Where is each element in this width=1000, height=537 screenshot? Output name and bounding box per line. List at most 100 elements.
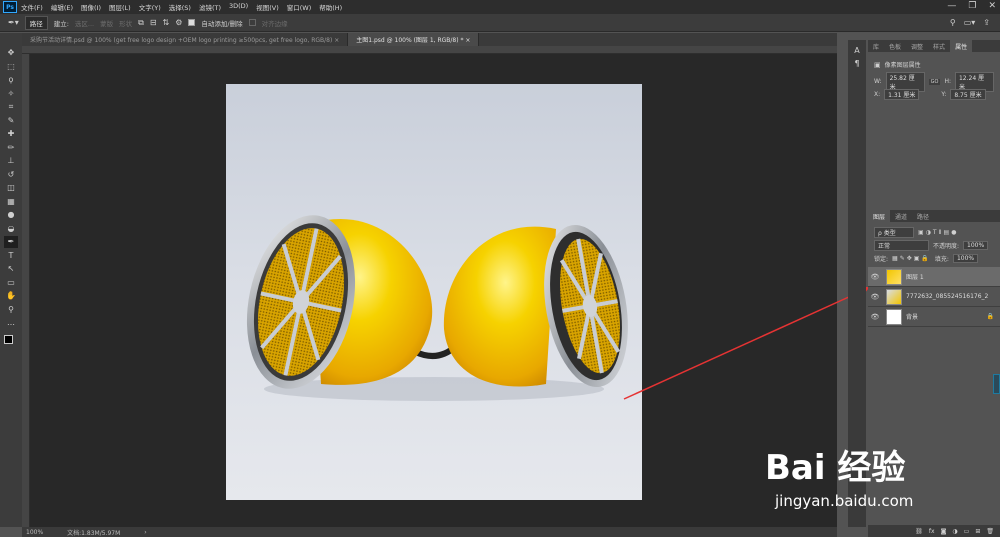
lock-icons[interactable]: ▦✎✥▣🔒 [892,255,931,262]
auto-add-checkbox[interactable] [188,19,196,26]
link-layers-icon[interactable]: ⛓ [915,528,923,535]
brush-icon[interactable]: ✏ [4,142,18,154]
fill-field[interactable]: 100% [952,254,979,263]
align-edges-checkbox[interactable] [248,19,256,26]
h-label: H: [944,78,951,85]
hand-icon[interactable]: ✋ [4,290,18,302]
document-tab[interactable]: 主图1.psd @ 100% (图层 1, RGB/8) * × [348,33,480,46]
eraser-icon[interactable]: ◫ [4,182,18,194]
mask-button[interactable]: 蒙版 [100,18,113,28]
layer-thumbnail [886,308,902,325]
document-canvas[interactable] [226,84,642,500]
menu-item[interactable]: 编辑(E) [47,2,77,12]
menu-item[interactable]: 帮助(H) [315,2,346,12]
fx-icon[interactable]: fx [929,528,935,535]
zoom-level[interactable]: 100% [26,529,43,536]
y-field[interactable]: 8.75 厘米 [950,89,986,100]
lasso-icon[interactable]: ϙ [4,74,18,86]
restore-icon[interactable]: ❐ [968,1,976,11]
menu-item[interactable]: 窗口(W) [283,2,316,12]
crop-icon[interactable]: ⌗ [4,101,18,113]
tools-panel: ✥ ⬚ ϙ ✧ ⌗ ✎ ✚ ✏ ⊥ ↺ ◫ ▦ ● ◒ ✒ T ↖ ▭ ✋ ⚲… [0,33,22,527]
mode-select[interactable]: 路径 [24,15,48,30]
gradient-icon[interactable]: ▦ [4,196,18,208]
healing-icon[interactable]: ✚ [4,128,18,140]
menu-item[interactable]: 文字(Y) [135,2,165,12]
menu-item[interactable]: 滤镜(T) [195,2,225,12]
eye-icon[interactable]: 👁 [868,273,882,281]
panel-tab[interactable]: 调整 [906,40,928,52]
vertical-ruler [22,54,30,527]
y-label: Y: [941,91,947,98]
magic-wand-icon[interactable]: ✧ [4,88,18,100]
zoom-icon[interactable]: ⚲ [4,304,18,316]
minimize-icon[interactable]: — [947,1,956,11]
shape-button[interactable]: 形状 [119,18,132,28]
menu-item[interactable]: 图像(I) [77,2,105,12]
marquee-icon[interactable]: ⬚ [4,61,18,73]
workspace-icon[interactable]: ▭▾ [964,18,976,27]
panel-tab[interactable]: 属性 [950,40,973,52]
stamp-icon[interactable]: ⊥ [4,155,18,167]
history-brush-icon[interactable]: ↺ [4,169,18,181]
opacity-field[interactable]: 100% [963,241,989,250]
wh-row: W: 25.82 厘米 GO H: 12.24 厘米 [868,71,1000,92]
path-operations-icon[interactable]: ⧉ [138,18,144,28]
path-alignment-icon[interactable]: ⊟ [150,18,157,27]
menu-item[interactable]: 3D(D) [225,2,252,12]
trash-icon[interactable]: 🗑 [986,528,994,535]
rectangle-icon[interactable]: ▭ [4,277,18,289]
share-icon[interactable]: ⇪ [983,18,990,27]
layers-panel-tab[interactable]: 图层 [868,210,891,222]
path-arrangement-icon[interactable]: ⇅ [163,18,170,27]
pen-icon[interactable]: ✒ [4,236,18,248]
menu-item[interactable]: 图层(L) [105,2,135,12]
character-icon[interactable]: A [854,46,859,55]
move-icon[interactable]: ✥ [4,47,18,59]
menu-item[interactable]: 选择(S) [165,2,195,12]
dodge-icon[interactable]: ◒ [4,223,18,235]
menu-item[interactable]: 视图(V) [252,2,283,12]
panel-tab[interactable]: 样式 [928,40,950,52]
menu-item[interactable]: 文件(F) [17,2,47,12]
mask-icon[interactable]: ◙ [941,528,947,535]
adjustment-icon[interactable]: ◑ [952,528,957,535]
type-icon[interactable]: T [4,250,18,262]
paragraph-icon[interactable]: ¶ [854,59,859,68]
layer-name: 背景 [906,314,919,321]
path-select-icon[interactable]: ↖ [4,263,18,275]
document-tab[interactable]: 采购节活动详情.psd @ 100% (get free logo design… [22,33,349,46]
layer-row[interactable]: 👁 7772632_085524516176_2 [868,287,1000,307]
layers-tabs: 图层 通道 路径 [868,210,1000,222]
selection-button[interactable]: 选区... [75,18,94,28]
pen-icon[interactable]: ✒▾ [8,18,19,27]
settings-gear-icon[interactable]: ⚙ [175,18,182,27]
folder-icon[interactable]: ▭ [964,528,970,535]
layers-panel-tab[interactable]: 通道 [890,210,912,222]
panel-scroll-indicator[interactable] [993,374,1000,394]
blur-icon[interactable]: ● [4,209,18,221]
search-icon[interactable]: ⚲ [950,18,956,27]
layers-panel-tab[interactable]: 路径 [912,210,934,222]
new-layer-icon[interactable]: ⊞ [975,528,980,535]
foreground-color[interactable] [4,334,13,344]
link-icon[interactable]: GO [928,78,941,85]
color-swatches[interactable] [4,334,18,349]
layer-filter-row: ρ 类型 ▣◑TⅡ▤● [868,226,1000,239]
layer-filter-select[interactable]: ρ 类型 [874,227,914,238]
eye-icon[interactable]: 👁 [868,293,882,301]
filter-icons[interactable]: ▣◑TⅡ▤● [918,229,958,236]
eyedropper-icon[interactable]: ✎ [4,115,18,127]
close-icon[interactable]: ✕ [988,1,996,11]
build-label: 建立: [53,19,69,28]
x-field[interactable]: 1.31 厘米 [884,89,920,100]
layer-row[interactable]: 👁 背景 🔒 [868,307,1000,327]
panel-tab[interactable]: 色板 [884,40,906,52]
layer-row[interactable]: 👁 图层 1 [868,267,1000,287]
more-icon[interactable]: … [4,317,18,329]
eye-icon[interactable]: 👁 [868,313,882,321]
blend-mode-select[interactable]: 正常 [874,240,929,251]
pixel-layer-icon: ▣ [874,60,881,69]
status-arrow[interactable]: › [144,529,146,536]
panel-tab[interactable]: 库 [868,40,884,52]
